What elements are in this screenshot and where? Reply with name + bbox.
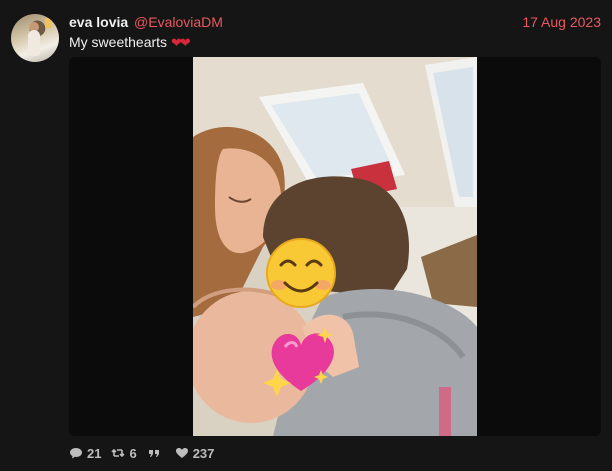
author-name[interactable]: eva lovia xyxy=(69,14,128,30)
red-hearts-emoji: ❤❤ xyxy=(170,35,191,50)
speech-bubble-icon xyxy=(70,448,82,459)
tweet-photo[interactable] xyxy=(193,57,477,436)
heart-icon xyxy=(175,448,188,458)
quote-stat[interactable] xyxy=(147,447,165,459)
reply-stat[interactable]: 21 xyxy=(69,446,101,461)
retweet-icon xyxy=(111,448,126,458)
reply-count: 21 xyxy=(87,445,102,461)
retweet-stat[interactable]: 6 xyxy=(111,445,137,461)
tweet-stats: 21 6 237 xyxy=(69,444,224,462)
like-count: 237 xyxy=(192,445,215,461)
avatar[interactable] xyxy=(11,14,59,62)
avatar-lamp xyxy=(45,18,52,28)
tweet-date[interactable]: 17 Aug 2023 xyxy=(522,13,601,31)
smiling-face-emoji-sticker xyxy=(266,238,336,308)
author-handle[interactable]: @EvaloviaDM xyxy=(134,14,223,30)
tweet-text-body: My sweethearts xyxy=(69,34,168,50)
like-stat[interactable]: 237 xyxy=(175,445,215,461)
retweet-count: 6 xyxy=(129,445,137,461)
tweet-header: eva lovia @EvaloviaDM 17 Aug 2023 xyxy=(69,13,601,31)
avatar-figure xyxy=(28,30,40,56)
tweet-text: My sweethearts ❤❤ xyxy=(69,33,191,52)
tweet-media[interactable] xyxy=(69,57,601,436)
quote-icon xyxy=(148,450,159,457)
